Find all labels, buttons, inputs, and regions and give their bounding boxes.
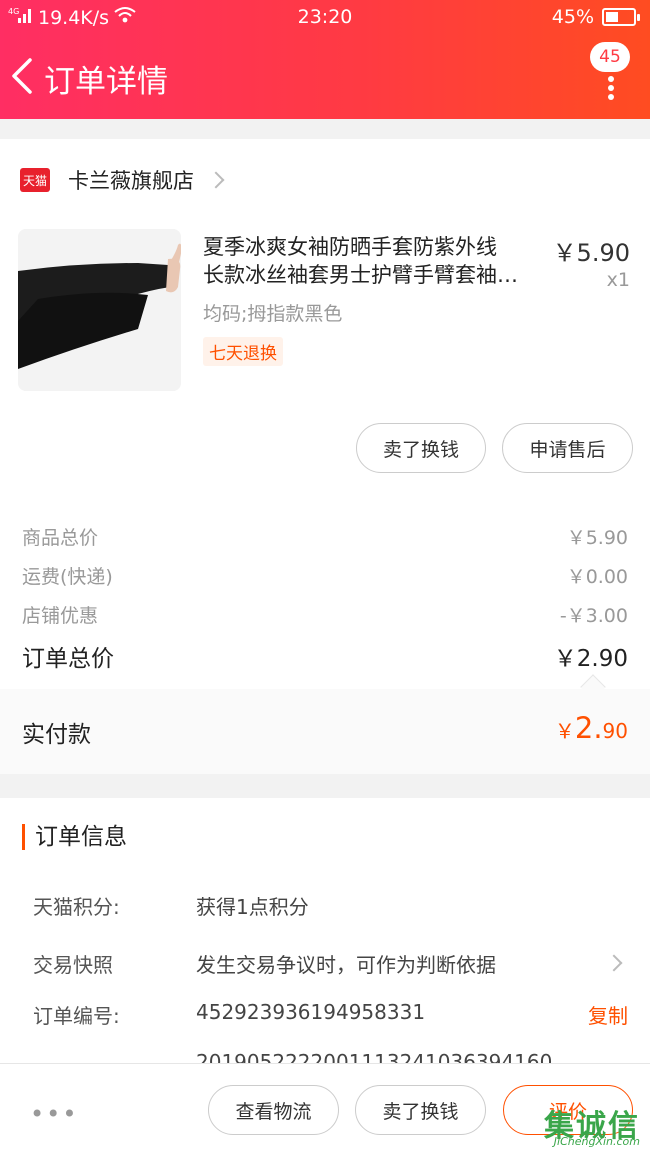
info-row-points: 天猫积分: 获得1点积分 bbox=[33, 891, 628, 921]
watermark-url: JiChengXin.com bbox=[553, 1135, 640, 1148]
info-label: 天猫积分: bbox=[33, 895, 120, 919]
copy-button[interactable]: 复制 bbox=[588, 1000, 628, 1029]
order-info-card: 订单信息 天猫积分: 获得1点积分 交易快照 发生交易争议时，可作为判断依据 订… bbox=[0, 798, 650, 1063]
summary-label: 运费(快递) bbox=[22, 566, 113, 588]
summary-value: ￥5.90 bbox=[566, 527, 628, 549]
more-actions-button[interactable]: ••• bbox=[30, 1100, 78, 1128]
info-row-order-number: 订单编号: 452923936194958331 复制 bbox=[33, 1000, 628, 1030]
summary-label: 店铺优惠 bbox=[22, 605, 99, 627]
chevron-left-icon bbox=[12, 58, 32, 94]
product-sku: 均码;拇指款黑色 bbox=[203, 303, 343, 325]
summary-row-subtotal: 商品总价 ￥5.90 bbox=[22, 523, 628, 550]
arm-sleeve-image bbox=[18, 229, 181, 391]
summary-row-shipping: 运费(快递) ￥0.00 bbox=[22, 562, 628, 589]
page-title: 订单详情 bbox=[44, 64, 168, 100]
sell-for-cash-button-bottom[interactable]: 卖了换钱 bbox=[355, 1085, 486, 1135]
more-dots-icon bbox=[608, 76, 614, 100]
summary-value: ￥0.00 bbox=[566, 566, 628, 588]
product-title[interactable]: 夏季冰爽女袖防晒手套防紫外线 长款冰丝袖套男士护臂手臂套袖… bbox=[203, 233, 553, 289]
paid-amount-int: 2. bbox=[574, 711, 603, 745]
order-total-label: 订单总价 bbox=[22, 646, 114, 672]
tmall-logo: 天猫 bbox=[20, 168, 50, 192]
chevron-right-icon bbox=[207, 171, 225, 189]
paid-amount-dec: 90 bbox=[602, 719, 628, 743]
status-bar: 4G 19.4K/s 23:20 45% bbox=[0, 0, 650, 36]
info-value: 2019052222001113241036394160 bbox=[196, 1050, 553, 1063]
chevron-right-icon bbox=[605, 954, 623, 972]
return-policy-tag: 七天退换 bbox=[203, 337, 283, 366]
paid-label: 实付款 bbox=[22, 722, 91, 748]
more-menu-button[interactable]: 45 bbox=[580, 42, 630, 106]
info-label: 订单编号: bbox=[33, 1004, 120, 1028]
header: 4G 19.4K/s 23:20 45% 订单详情 45 bbox=[0, 0, 650, 119]
section-title: 订单信息 bbox=[22, 824, 127, 850]
store-name: 卡兰薇旗舰店 bbox=[68, 169, 194, 193]
summary-row-discount: 店铺优惠 -￥3.00 bbox=[22, 601, 628, 628]
paid-amount-section: 实付款 ￥2.90 bbox=[0, 689, 650, 774]
paid-currency: ￥ bbox=[554, 719, 575, 743]
info-row-partial: 2019052222001113241036394160 bbox=[33, 1050, 628, 1063]
info-label: 交易快照 bbox=[33, 953, 113, 977]
store-link[interactable]: 天猫 卡兰薇旗舰店 bbox=[20, 165, 225, 195]
summary-row-total: 订单总价 ￥2.90 bbox=[22, 639, 628, 673]
product-quantity: x1 bbox=[606, 269, 630, 291]
info-value: 获得1点积分 bbox=[196, 895, 309, 919]
sell-for-cash-button[interactable]: 卖了换钱 bbox=[356, 423, 486, 473]
info-value: 发生交易争议时，可作为判断依据 bbox=[196, 953, 496, 977]
navbar: 订单详情 45 bbox=[0, 36, 650, 119]
back-button[interactable] bbox=[8, 56, 38, 96]
order-card: 天猫 卡兰薇旗舰店 夏季冰爽女袖防晒手套防紫外线 长款冰丝袖套男士护臂手臂套袖…… bbox=[0, 139, 650, 774]
view-logistics-button[interactable]: 查看物流 bbox=[208, 1085, 339, 1135]
product-title-line: 长款冰丝袖套男士护臂手臂套袖… bbox=[203, 263, 518, 287]
watermark-logo: 集诚信 JiChengXin.com bbox=[532, 1101, 644, 1149]
order-total-value: ￥2.90 bbox=[553, 646, 628, 672]
product-image[interactable] bbox=[18, 229, 181, 391]
battery-icon bbox=[602, 8, 640, 26]
paid-amount: ￥2.90 bbox=[555, 711, 628, 745]
summary-label: 商品总价 bbox=[22, 527, 99, 549]
battery-percent: 45% bbox=[551, 6, 594, 28]
product-price: ￥5.90 bbox=[552, 239, 630, 267]
bottom-action-bar: ••• 查看物流 卖了换钱 评价 集诚信 JiChengXin.com bbox=[0, 1063, 650, 1155]
status-right: 45% bbox=[551, 6, 640, 28]
info-value: 452923936194958331 bbox=[196, 1000, 426, 1024]
after-sales-button[interactable]: 申请售后 bbox=[502, 423, 633, 473]
info-row-snapshot[interactable]: 交易快照 发生交易争议时，可作为判断依据 bbox=[33, 949, 628, 979]
product-title-line: 夏季冰爽女袖防晒手套防紫外线 bbox=[203, 235, 497, 259]
summary-value: -￥3.00 bbox=[559, 605, 628, 627]
message-count-badge: 45 bbox=[590, 42, 630, 72]
